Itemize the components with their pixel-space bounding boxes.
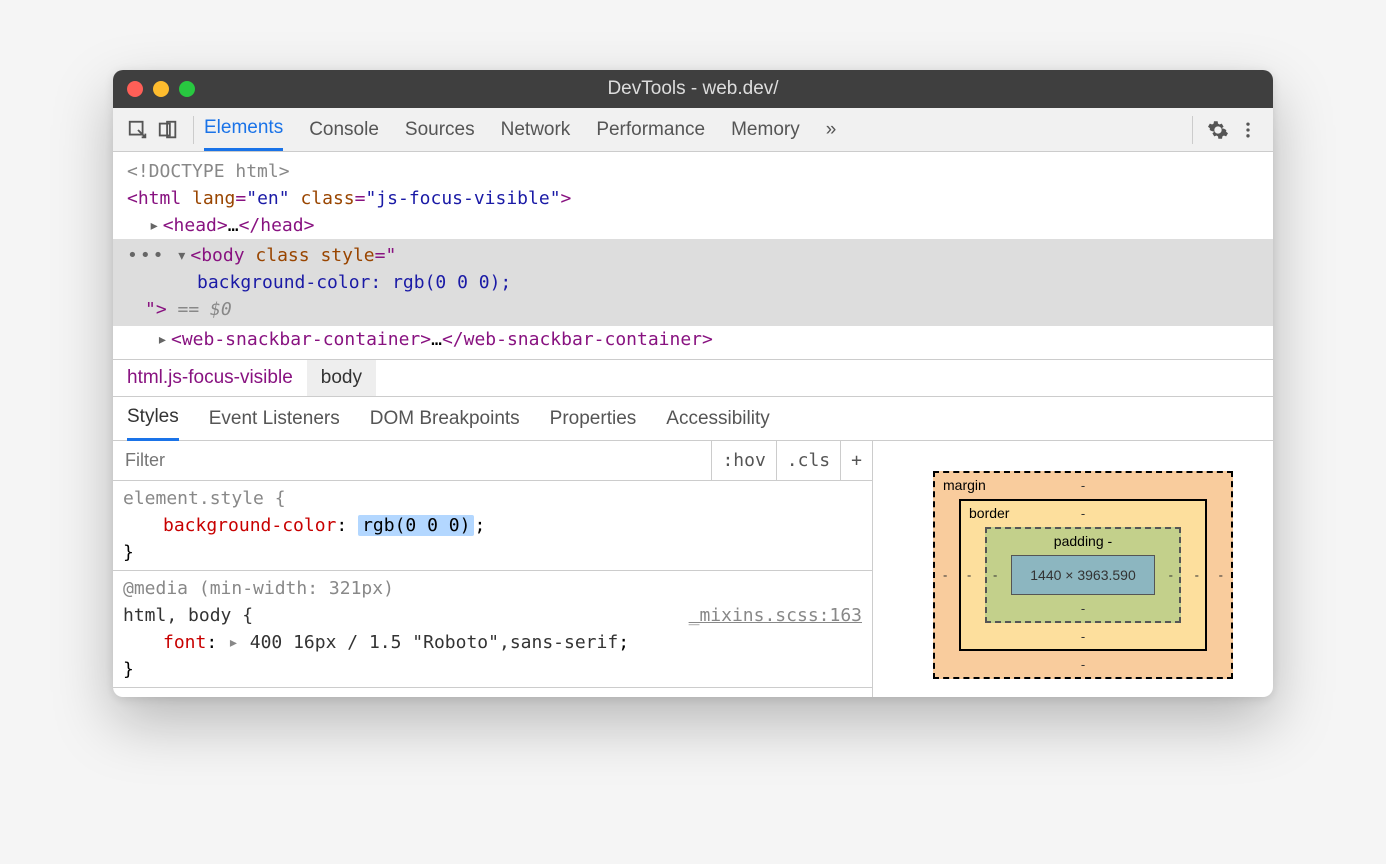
main-toolbar: Elements Console Sources Network Perform… xyxy=(113,108,1273,152)
settings-gear-icon[interactable] xyxy=(1203,115,1233,145)
divider xyxy=(1192,116,1193,144)
rule-close-brace: } xyxy=(123,656,862,683)
divider xyxy=(193,116,194,144)
box-model-content[interactable]: 1440 × 3963.590 xyxy=(1011,555,1155,595)
panel-tabs: Elements Console Sources Network Perform… xyxy=(204,108,836,151)
tab-sources[interactable]: Sources xyxy=(405,110,475,150)
rule-selector: html, body { xyxy=(123,605,253,626)
tabs-overflow[interactable]: » xyxy=(826,110,837,150)
css-value-highlighted[interactable]: rgb(0 0 0) xyxy=(358,515,474,536)
tab-memory[interactable]: Memory xyxy=(731,110,800,150)
breadcrumb-html[interactable]: html.js-focus-visible xyxy=(113,360,307,396)
styles-filter-row: :hov .cls + xyxy=(113,441,872,481)
margin-label: margin xyxy=(943,477,986,493)
css-value[interactable]: 400 16px / 1.5 "Roboto",sans-serif xyxy=(250,632,618,653)
tab-network[interactable]: Network xyxy=(501,110,571,150)
breadcrumb-bar: html.js-focus-visible body xyxy=(113,359,1273,397)
media-query: @media (min-width: 321px) xyxy=(123,575,862,602)
rule-selector: element.style { xyxy=(123,485,862,512)
cls-toggle[interactable]: .cls xyxy=(776,441,840,480)
dom-head[interactable]: ▸<head>…</head> xyxy=(113,212,1273,239)
subtab-event-listeners[interactable]: Event Listeners xyxy=(209,398,340,440)
box-model-margin[interactable]: margin - - - - border - - - - padding - … xyxy=(933,471,1233,679)
dom-html-open[interactable]: <html lang="en" class="js-focus-visible"… xyxy=(113,185,1273,212)
subtab-properties[interactable]: Properties xyxy=(550,398,637,440)
styles-pane: :hov .cls + element.style { background-c… xyxy=(113,441,1273,697)
kebab-menu-icon[interactable] xyxy=(1233,115,1263,145)
dom-doctype[interactable]: <!DOCTYPE html> xyxy=(113,158,1273,185)
dom-snackbar[interactable]: ▸<web-snackbar-container>…</web-snackbar… xyxy=(113,326,1273,353)
sidebar-tabs: Styles Event Listeners DOM Breakpoints P… xyxy=(113,397,1273,441)
styles-rules: :hov .cls + element.style { background-c… xyxy=(113,441,873,697)
new-rule-button[interactable]: + xyxy=(840,441,872,480)
box-model-padding[interactable]: padding - - - - 1440 × 3963.590 xyxy=(985,527,1181,623)
minimize-window-button[interactable] xyxy=(153,81,169,97)
titlebar: DevTools - web.dev/ xyxy=(113,70,1273,108)
rule-media-html-body[interactable]: @media (min-width: 321px) html, body { _m… xyxy=(113,571,872,688)
rule-close-brace: } xyxy=(123,539,862,566)
subtab-accessibility[interactable]: Accessibility xyxy=(666,398,769,440)
devtools-window: DevTools - web.dev/ Elements Console Sou… xyxy=(113,70,1273,697)
padding-label: padding - xyxy=(1054,533,1112,549)
subtab-dom-breakpoints[interactable]: DOM Breakpoints xyxy=(370,398,520,440)
subtab-styles[interactable]: Styles xyxy=(127,396,179,441)
tab-performance[interactable]: Performance xyxy=(596,110,705,150)
box-model-border[interactable]: border - - - - padding - - - - 1440 × 39… xyxy=(959,499,1207,651)
traffic-lights xyxy=(127,81,195,97)
tab-elements[interactable]: Elements xyxy=(204,108,283,151)
styles-filter-input[interactable] xyxy=(113,450,711,471)
elements-tree[interactable]: <!DOCTYPE html> <html lang="en" class="j… xyxy=(113,152,1273,359)
css-property[interactable]: background-color xyxy=(163,515,336,536)
plus-icon: + xyxy=(851,447,862,474)
hov-toggle[interactable]: :hov xyxy=(711,441,775,480)
close-window-button[interactable] xyxy=(127,81,143,97)
maximize-window-button[interactable] xyxy=(179,81,195,97)
breadcrumb-body[interactable]: body xyxy=(307,360,376,396)
rule-source-link[interactable]: _mixins.scss:163 xyxy=(689,602,862,629)
expand-dots[interactable]: ••• xyxy=(127,245,166,266)
rule-element-style[interactable]: element.style { background-color: rgb(0 … xyxy=(113,481,872,571)
tab-console[interactable]: Console xyxy=(309,110,379,150)
dom-body-selected[interactable]: ••• ▾<body class style=" background-colo… xyxy=(113,239,1273,326)
box-model-viewer[interactable]: margin - - - - border - - - - padding - … xyxy=(873,441,1273,697)
inspect-element-icon[interactable] xyxy=(123,115,153,145)
window-title: DevTools - web.dev/ xyxy=(607,78,778,100)
device-toggle-icon[interactable] xyxy=(153,115,183,145)
border-label: border xyxy=(969,505,1009,521)
css-property[interactable]: font xyxy=(163,632,206,653)
